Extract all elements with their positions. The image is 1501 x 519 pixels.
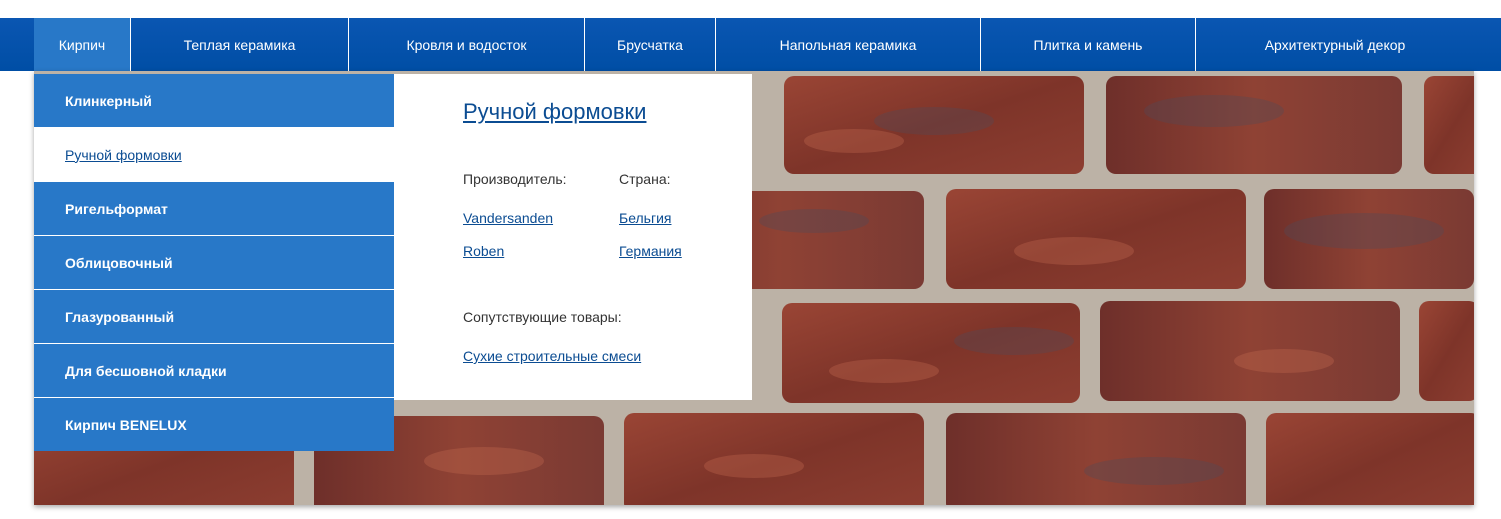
dropdown-panel: Клинкерный Ручной формовки Ригельформат … — [34, 71, 1474, 505]
nav-item-architectural-decor[interactable]: Архитектурный декор — [1196, 18, 1474, 71]
submenu-item-handmade[interactable]: Ручной формовки — [34, 128, 394, 182]
nav-item-tiles-stone[interactable]: Плитка и камень — [981, 18, 1196, 71]
related-products-label: Сопутствующие товары: — [463, 309, 622, 325]
category-submenu: Клинкерный Ручной формовки Ригельформат … — [34, 74, 394, 451]
nav-item-paving[interactable]: Брусчатка — [585, 18, 716, 71]
country-link[interactable]: Германия — [619, 243, 682, 259]
submenu-item-benelux[interactable]: Кирпич BENELUX — [34, 398, 394, 451]
top-navigation: Кирпич Теплая керамика Кровля и водосток… — [34, 18, 1474, 71]
nav-item-roofing[interactable]: Кровля и водосток — [349, 18, 585, 71]
nav-item-floor-ceramics[interactable]: Напольная керамика — [716, 18, 981, 71]
related-product-link[interactable]: Сухие строительные смеси — [463, 348, 641, 364]
category-details-card: Ручной формовки Производитель: Страна: V… — [394, 74, 752, 400]
manufacturer-label: Производитель: — [463, 171, 567, 187]
top-navigation-bar: Кирпич Теплая керамика Кровля и водосток… — [0, 18, 1501, 71]
submenu-item-riegel-format[interactable]: Ригельформат — [34, 182, 394, 236]
submenu-item-clinker[interactable]: Клинкерный — [34, 74, 394, 128]
country-link[interactable]: Бельгия — [619, 210, 671, 226]
nav-item-warm-ceramics[interactable]: Теплая керамика — [131, 18, 349, 71]
submenu-item-seamless[interactable]: Для бесшовной кладки — [34, 344, 394, 398]
manufacturer-link[interactable]: Roben — [463, 243, 504, 259]
submenu-item-facing[interactable]: Облицовочный — [34, 236, 394, 290]
nav-item-bricks[interactable]: Кирпич — [34, 18, 131, 71]
submenu-item-glazed[interactable]: Глазурованный — [34, 290, 394, 344]
country-label: Страна: — [619, 171, 671, 187]
category-title-link[interactable]: Ручной формовки — [463, 99, 646, 125]
manufacturer-link[interactable]: Vandersanden — [463, 210, 553, 226]
